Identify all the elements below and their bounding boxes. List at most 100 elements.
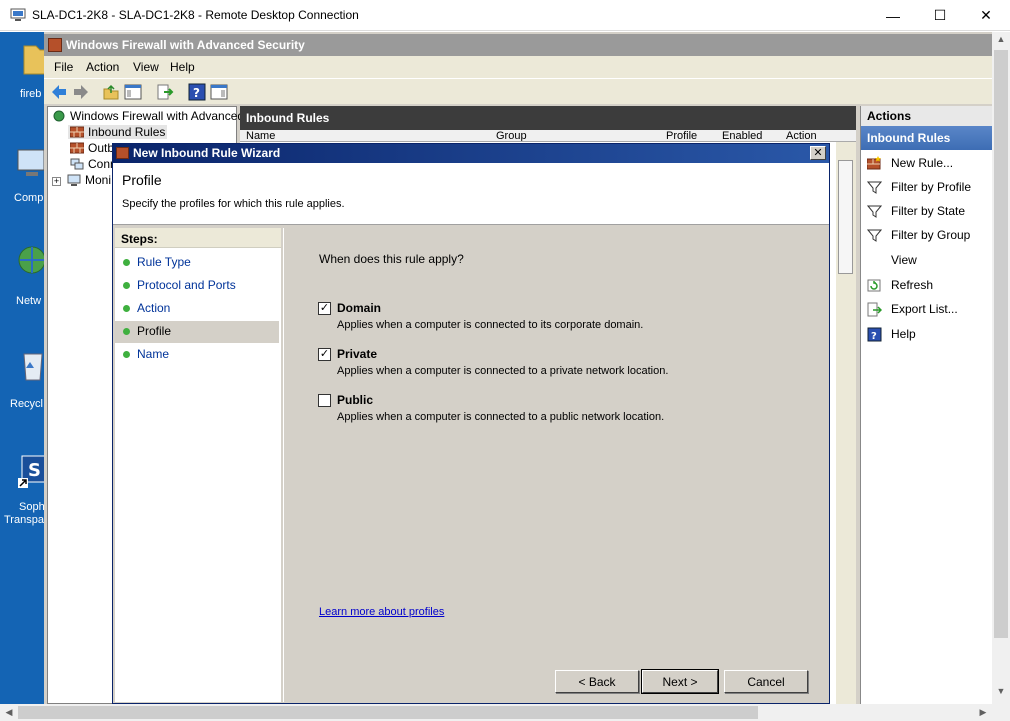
domain-checkbox[interactable]: ✓ bbox=[318, 302, 331, 315]
public-label[interactable]: Public bbox=[337, 393, 373, 407]
column-profile[interactable]: Profile bbox=[666, 130, 697, 141]
help-icon: ? bbox=[867, 327, 882, 342]
up-folder-icon[interactable] bbox=[102, 83, 120, 101]
tree-item-connection-security[interactable]: Conn bbox=[70, 157, 117, 171]
column-name[interactable]: Name bbox=[246, 130, 275, 141]
tree-item-inbound-rules[interactable]: Inbound Rules bbox=[68, 125, 168, 139]
option-private[interactable]: ✓ Private Applies when a computer is con… bbox=[316, 346, 796, 382]
step-status-dot-icon bbox=[123, 305, 130, 312]
step-action[interactable]: Action bbox=[115, 298, 279, 320]
show-hide-action-pane-icon[interactable] bbox=[210, 83, 228, 101]
computer-icon[interactable] bbox=[10, 144, 44, 184]
desktop-icon-label[interactable]: Comp bbox=[14, 192, 43, 204]
action-filter-by-state[interactable]: Filter by State bbox=[861, 200, 992, 224]
export-list-icon[interactable] bbox=[156, 83, 174, 101]
column-group[interactable]: Group bbox=[496, 130, 527, 141]
action-label: New Rule... bbox=[891, 156, 954, 170]
remote-desktop-icon bbox=[10, 8, 26, 21]
scrollbar-thumb[interactable] bbox=[838, 160, 853, 274]
menu-action[interactable]: Action bbox=[86, 60, 119, 74]
actions-section-inbound-rules[interactable]: Inbound Rules bbox=[861, 126, 992, 150]
next-button[interactable]: Next > bbox=[641, 669, 719, 694]
step-protocol-and-ports[interactable]: Protocol and Ports bbox=[115, 275, 279, 297]
column-enabled[interactable]: Enabled bbox=[722, 130, 762, 141]
option-public[interactable]: Public Applies when a computer is connec… bbox=[316, 392, 796, 428]
close-button[interactable]: ✕ bbox=[963, 0, 1009, 31]
filter-icon bbox=[867, 229, 882, 242]
expand-plus-icon[interactable]: + bbox=[52, 177, 61, 186]
desktop-icon-label[interactable]: Netw bbox=[16, 295, 41, 307]
action-new-rule[interactable]: New Rule... bbox=[861, 152, 992, 176]
network-globe-icon[interactable] bbox=[10, 242, 44, 282]
step-status-dot-icon bbox=[123, 259, 130, 266]
firewall-icon bbox=[48, 38, 62, 52]
menu-file[interactable]: File bbox=[54, 60, 73, 74]
tree-item-label: Outb bbox=[88, 141, 115, 155]
private-checkbox[interactable]: ✓ bbox=[318, 348, 331, 361]
action-refresh[interactable]: Refresh bbox=[861, 274, 992, 298]
column-action[interactable]: Action bbox=[786, 130, 817, 141]
private-description: Applies when a computer is connected to … bbox=[337, 365, 669, 377]
tree-item-outbound-rules[interactable]: Outb bbox=[70, 141, 114, 155]
learn-more-profiles-link[interactable]: Learn more about profiles bbox=[319, 606, 444, 618]
wizard-content: When does this rule apply? ✓ Domain Appl… bbox=[283, 228, 829, 702]
actions-header: Actions bbox=[861, 106, 992, 126]
domain-label[interactable]: Domain bbox=[337, 301, 381, 315]
scroll-down-arrow-icon[interactable]: ▼ bbox=[992, 686, 1010, 702]
action-export-list[interactable]: Export List... bbox=[861, 298, 992, 322]
show-hide-tree-icon[interactable] bbox=[124, 83, 142, 101]
remote-vertical-scrollbar[interactable]: ▲ ▼ bbox=[992, 32, 1010, 704]
tree-item-label: Inbound Rules bbox=[88, 125, 166, 139]
scroll-up-arrow-icon[interactable]: ▲ bbox=[992, 34, 1010, 50]
back-arrow-icon[interactable] bbox=[50, 83, 68, 101]
wizard-close-button[interactable]: ✕ bbox=[810, 146, 826, 160]
step-rule-type[interactable]: Rule Type bbox=[115, 252, 279, 274]
tree-root[interactable]: Windows Firewall with Advanced S bbox=[52, 109, 255, 123]
sophos-icon[interactable]: S bbox=[10, 452, 44, 492]
rules-list-scrollbar[interactable] bbox=[836, 142, 856, 704]
wizard-page-title: Profile bbox=[122, 172, 162, 188]
scrollbar-thumb[interactable] bbox=[18, 706, 758, 719]
action-label: Filter by State bbox=[891, 204, 966, 218]
desktop-icon-label[interactable]: Recycl bbox=[10, 398, 43, 410]
desktop-icon-label[interactable]: fireb bbox=[20, 88, 41, 100]
public-checkbox[interactable] bbox=[318, 394, 331, 407]
svg-text:S: S bbox=[28, 460, 41, 481]
action-filter-by-profile[interactable]: Filter by Profile bbox=[861, 176, 992, 200]
private-label[interactable]: Private bbox=[337, 347, 377, 361]
scroll-right-arrow-icon[interactable]: ▶ bbox=[975, 704, 991, 721]
scroll-left-arrow-icon[interactable]: ◀ bbox=[1, 704, 17, 721]
tree-item-monitoring[interactable]: + Moni bbox=[52, 173, 111, 187]
action-help[interactable]: ? Help bbox=[861, 323, 992, 347]
cancel-button[interactable]: Cancel bbox=[724, 670, 808, 693]
scrollbar-thumb[interactable] bbox=[994, 50, 1008, 638]
desktop-icon-label[interactable]: Soph bbox=[19, 501, 44, 513]
action-label: Filter by Group bbox=[891, 228, 971, 242]
firewall-brick-icon bbox=[70, 142, 84, 154]
recycle-bin-icon[interactable] bbox=[10, 346, 44, 386]
toolbar: ? bbox=[44, 78, 992, 104]
minimize-button[interactable]: — bbox=[870, 0, 916, 31]
step-profile[interactable]: Profile bbox=[115, 321, 279, 343]
desktop-icon-label[interactable]: Transpa bbox=[4, 514, 44, 526]
steps-header: Steps: bbox=[115, 228, 281, 248]
rdp-titlebar: SLA-DC1-2K8 - SLA-DC1-2K8 - Remote Deskt… bbox=[0, 0, 1010, 31]
remote-horizontal-scrollbar[interactable]: ◀ ▶ bbox=[0, 704, 1010, 721]
step-name[interactable]: Name bbox=[115, 344, 279, 366]
back-button[interactable]: < Back bbox=[555, 670, 639, 693]
menu-view[interactable]: View bbox=[133, 60, 159, 74]
action-filter-by-group[interactable]: Filter by Group bbox=[861, 224, 992, 248]
action-view[interactable]: View bbox=[861, 249, 992, 273]
help-icon[interactable]: ? bbox=[188, 83, 206, 101]
monitor-icon bbox=[67, 174, 81, 186]
wizard-titlebar: New Inbound Rule Wizard ✕ bbox=[113, 144, 829, 163]
option-domain[interactable]: ✓ Domain Applies when a computer is conn… bbox=[316, 300, 796, 336]
menu-help[interactable]: Help bbox=[170, 60, 195, 74]
rule-apply-question: When does this rule apply? bbox=[319, 252, 464, 266]
step-label: Profile bbox=[137, 324, 172, 338]
firewall-brick-icon bbox=[70, 126, 84, 138]
forward-arrow-icon[interactable] bbox=[72, 83, 90, 101]
folder-icon[interactable] bbox=[10, 40, 44, 80]
maximize-button[interactable]: ☐ bbox=[917, 0, 963, 31]
rules-column-header: Name Group Profile Enabled Action bbox=[240, 130, 856, 142]
